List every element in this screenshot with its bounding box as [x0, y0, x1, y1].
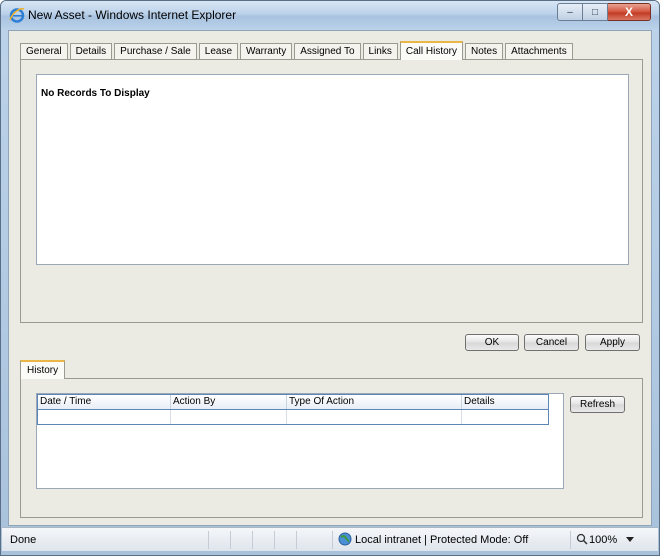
close-icon: X — [624, 5, 633, 19]
page-content: General Details Purchase / Sale Lease Wa… — [8, 30, 652, 526]
empty-message: No Records To Display — [41, 88, 150, 99]
status-bar: Done Local intranet | Protected Mode: Of… — [2, 527, 658, 551]
column-header-details[interactable]: Details — [462, 395, 548, 409]
cell-date-time — [38, 410, 171, 424]
column-header-type-of-action[interactable]: Type Of Action — [287, 395, 462, 409]
tab-call-history[interactable]: Call History — [399, 41, 463, 60]
call-history-panel: No Records To Display — [20, 59, 643, 323]
asset-tabs: General Details Purchase / Sale Lease Wa… — [20, 41, 575, 60]
minimize-icon: – — [567, 6, 573, 18]
history-grid[interactable]: Date / Time Action By Type Of Action Det… — [36, 393, 564, 489]
status-divider — [208, 531, 209, 549]
security-zone[interactable]: Local intranet | Protected Mode: Off — [355, 534, 528, 546]
tab-lease[interactable]: Lease — [198, 43, 239, 60]
status-divider — [332, 531, 333, 549]
tab-general[interactable]: General — [20, 43, 68, 60]
zoom-icon — [576, 533, 588, 545]
status-divider — [570, 531, 571, 549]
browser-window: New Asset - Windows Internet Explorer – … — [0, 0, 660, 556]
column-header-date-time[interactable]: Date / Time — [38, 395, 171, 409]
column-header-action-by[interactable]: Action By — [171, 395, 287, 409]
status-text: Done — [10, 534, 37, 546]
window-controls: – □ X — [557, 3, 651, 21]
status-divider — [230, 531, 231, 549]
cell-details — [462, 410, 548, 424]
call-history-list[interactable]: No Records To Display — [36, 74, 629, 265]
table-row[interactable] — [37, 410, 549, 425]
globe-icon — [338, 532, 352, 546]
status-divider — [296, 531, 297, 549]
zoom-level[interactable]: 100% — [589, 534, 617, 546]
tab-attachments[interactable]: Attachments — [505, 43, 573, 60]
cell-type-of-action — [287, 410, 462, 424]
tab-details[interactable]: Details — [69, 43, 113, 60]
ok-button[interactable]: OK — [465, 334, 519, 351]
history-grid-header: Date / Time Action By Type Of Action Det… — [37, 394, 549, 410]
close-button[interactable]: X — [608, 3, 651, 21]
maximize-icon: □ — [591, 6, 599, 18]
refresh-button[interactable]: Refresh — [570, 396, 625, 413]
status-divider — [252, 531, 253, 549]
tab-links[interactable]: Links — [362, 43, 398, 60]
cancel-button[interactable]: Cancel — [524, 334, 579, 351]
window-title: New Asset - Windows Internet Explorer — [28, 8, 237, 22]
apply-button[interactable]: Apply — [585, 334, 640, 351]
tab-history[interactable]: History — [20, 360, 66, 379]
chevron-down-icon[interactable] — [626, 537, 634, 543]
title-bar[interactable]: New Asset - Windows Internet Explorer – … — [1, 1, 659, 29]
tab-assigned-to[interactable]: Assigned To — [294, 43, 361, 60]
maximize-button[interactable]: □ — [583, 3, 608, 21]
tab-purchase-sale[interactable]: Purchase / Sale — [114, 43, 197, 60]
tab-notes[interactable]: Notes — [465, 43, 504, 60]
ie-icon — [9, 8, 25, 23]
cell-action-by — [171, 410, 287, 424]
minimize-button[interactable]: – — [557, 3, 583, 21]
history-panel: Date / Time Action By Type Of Action Det… — [20, 378, 643, 518]
status-divider — [274, 531, 275, 549]
tab-warranty[interactable]: Warranty — [240, 43, 293, 60]
